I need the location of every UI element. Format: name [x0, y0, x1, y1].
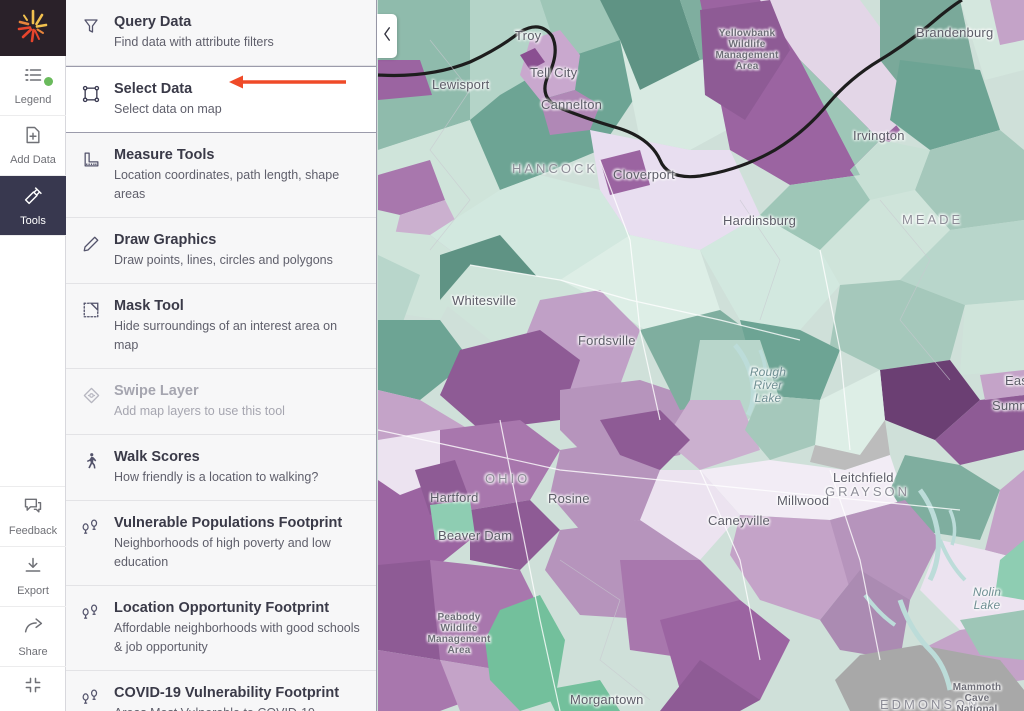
tool-row-location-opportunity-footprint[interactable]: Location Opportunity Footprint Affordabl…	[66, 586, 376, 671]
tool-title: Measure Tools	[114, 147, 215, 163]
walking-person-icon	[78, 448, 104, 470]
tool-row-query-data[interactable]: Query Data Find data with attribute filt…	[66, 0, 376, 66]
tool-title: Draw Graphics	[114, 232, 217, 248]
sidebar-item-label: Feedback	[8, 525, 58, 537]
rail-spacer	[0, 236, 65, 487]
download-icon	[23, 556, 43, 581]
map-application: Troy Tell City Cannelton Lewisport Clove…	[0, 0, 1024, 711]
sidebar-item-label: Tools	[20, 214, 46, 227]
sidebar-item-label: Share	[18, 645, 48, 658]
sidebar-item-label: Legend	[14, 94, 52, 106]
tool-row-draw-graphics[interactable]: Draw Graphics Draw points, lines, circle…	[66, 218, 376, 284]
tool-desc: Find data with attribute filters	[114, 35, 274, 49]
tool-desc: Neighborhoods of high poverty and low ed…	[114, 536, 331, 569]
chevron-left-icon	[383, 26, 392, 46]
sidebar-item-label: Add Data	[10, 154, 56, 166]
sidebar-item-tools[interactable]: Tools	[0, 176, 66, 236]
tool-row-mask-tool[interactable]: Mask Tool Hide surroundings of an intere…	[66, 284, 376, 369]
tool-title: Query Data	[114, 14, 192, 30]
tool-title: Vulnerable Populations Footprint	[114, 515, 343, 531]
mask-dashed-icon	[78, 297, 104, 319]
tool-title: Swipe Layer	[114, 383, 199, 399]
tools-panel: Query Data Find data with attribute filt…	[66, 0, 377, 711]
tool-desc: Affordable neighborhoods with good schoo…	[114, 621, 360, 654]
tool-row-select-data[interactable]: Select Data Select data on map	[66, 66, 376, 133]
swipe-diamond-icon	[78, 382, 104, 405]
list-icon	[23, 65, 43, 90]
legend-status-dot	[44, 77, 53, 86]
collapse-panel-button[interactable]	[377, 14, 397, 58]
tools-icon	[23, 185, 44, 211]
collapse-fullscreen-icon	[23, 675, 43, 700]
sidebar-item-export[interactable]: Export	[0, 547, 66, 607]
rail-bottom-group: Feedback Export Share	[0, 487, 66, 711]
add-document-icon	[23, 125, 43, 150]
tool-desc: Draw points, lines, circles and polygons	[114, 253, 333, 267]
sidebar-item-share[interactable]: Share	[0, 607, 66, 667]
tool-desc: Location coordinates, path length, shape…	[114, 168, 340, 201]
left-nav-rail: Legend Add Data Tools Feedback Export Sh…	[0, 0, 66, 711]
tool-title: Select Data	[114, 81, 193, 97]
selection-box-icon	[78, 80, 104, 104]
two-pins-icon	[78, 599, 104, 621]
sidebar-item-feedback[interactable]: Feedback	[0, 487, 66, 547]
tool-row-vulnerable-populations-footprint[interactable]: Vulnerable Populations Footprint Neighbo…	[66, 501, 376, 586]
sidebar-item-collapse-fullscreen[interactable]	[0, 667, 66, 711]
tool-row-measure-tools[interactable]: Measure Tools Location coordinates, path…	[66, 133, 376, 218]
tool-title: COVID-19 Vulnerability Footprint	[114, 685, 340, 701]
sidebar-item-label: Export	[17, 585, 49, 597]
two-pins-icon	[78, 684, 104, 706]
sidebar-item-add-data[interactable]: Add Data	[0, 116, 66, 176]
tool-title: Walk Scores	[114, 449, 200, 465]
tool-title: Location Opportunity Footprint	[114, 600, 330, 616]
tool-desc: Areas Most Vulnerable to COVID-19	[114, 704, 362, 711]
ruler-icon	[78, 146, 104, 169]
starburst-logo-icon	[13, 6, 53, 51]
chat-icon	[23, 496, 43, 521]
app-logo[interactable]	[0, 0, 66, 56]
two-pins-icon	[78, 514, 104, 536]
share-arrow-icon	[23, 616, 44, 642]
tool-desc: Select data on map	[114, 102, 222, 116]
tool-row-walk-scores[interactable]: Walk Scores How friendly is a location t…	[66, 435, 376, 501]
tool-row-swipe-layer: Swipe Layer Add map layers to use this t…	[66, 369, 376, 435]
filter-funnel-icon	[78, 13, 104, 35]
tool-title: Mask Tool	[114, 298, 184, 314]
sidebar-item-legend[interactable]: Legend	[0, 56, 66, 116]
tool-row-covid-19-vulnerability-footprint[interactable]: COVID-19 Vulnerability Footprint Areas M…	[66, 671, 376, 711]
tool-desc: Add map layers to use this tool	[114, 404, 285, 418]
tool-desc: How friendly is a location to walking?	[114, 470, 319, 484]
tool-desc: Hide surroundings of an interest area on…	[114, 319, 338, 352]
pencil-icon	[78, 231, 104, 253]
